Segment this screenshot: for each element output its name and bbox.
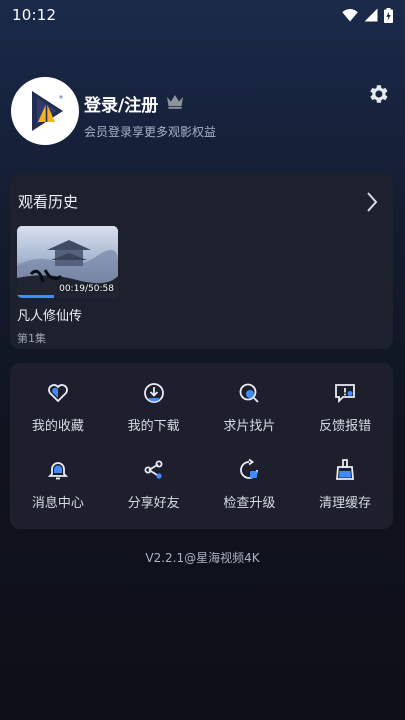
login-register-link[interactable]: 登录/注册 bbox=[84, 91, 184, 116]
profile-section: 登录/注册 会员登录享更多观影权益 bbox=[11, 77, 395, 149]
search-film-icon bbox=[237, 381, 261, 405]
messages-button[interactable]: 消息中心 bbox=[10, 446, 106, 523]
share-icon bbox=[142, 458, 166, 482]
request-film-label: 求片找片 bbox=[223, 419, 276, 434]
clear-cache-button[interactable]: 清理缓存 bbox=[297, 446, 393, 523]
avatar[interactable] bbox=[11, 77, 79, 145]
share-button[interactable]: 分享好友 bbox=[106, 446, 202, 523]
status-time: 10:12 bbox=[12, 6, 57, 24]
video-thumbnail: 00:19/50:58 bbox=[17, 226, 118, 298]
watch-history-card: 观看历史 00:19/50:58 凡人修仙传 第1集 bbox=[10, 173, 393, 349]
video-episode: 第1集 bbox=[17, 332, 46, 345]
feedback-button[interactable]: 反馈报错 bbox=[297, 369, 393, 446]
upgrade-icon bbox=[237, 458, 261, 482]
video-duration: 00:19/50:58 bbox=[59, 284, 114, 294]
favorites-button[interactable]: 我的收藏 bbox=[10, 369, 106, 446]
broom-icon bbox=[333, 458, 357, 482]
chevron-right-icon bbox=[363, 192, 381, 217]
status-bar: 10:12 bbox=[0, 0, 405, 30]
menu-grid: 我的收藏 我的下载 求片找片 反馈报错 消息中心 分享好友 检查升级 清理缓存 bbox=[10, 363, 393, 529]
download-icon bbox=[142, 381, 166, 405]
status-icons bbox=[342, 7, 393, 23]
history-more-button[interactable] bbox=[363, 191, 381, 213]
request-film-button[interactable]: 求片找片 bbox=[202, 369, 298, 446]
downloads-label: 我的下载 bbox=[127, 419, 180, 434]
member-promo-text: 会员登录享更多观影权益 bbox=[84, 125, 217, 139]
history-heading: 观看历史 bbox=[18, 193, 79, 211]
favorites-label: 我的收藏 bbox=[31, 419, 84, 434]
share-label: 分享好友 bbox=[127, 496, 180, 511]
wifi-icon bbox=[342, 8, 358, 22]
feedback-label: 反馈报错 bbox=[319, 419, 372, 434]
app-logo-icon bbox=[16, 82, 74, 140]
history-item[interactable]: 00:19/50:58 凡人修仙传 第1集 bbox=[17, 226, 118, 346]
signal-icon bbox=[364, 8, 378, 22]
settings-button[interactable] bbox=[365, 83, 391, 109]
bell-icon bbox=[46, 458, 70, 482]
video-title: 凡人修仙传 bbox=[17, 309, 83, 324]
battery-charging-icon bbox=[384, 7, 393, 23]
check-update-button[interactable]: 检查升级 bbox=[202, 446, 298, 523]
downloads-button[interactable]: 我的下载 bbox=[106, 369, 202, 446]
gear-icon bbox=[366, 82, 390, 110]
messages-label: 消息中心 bbox=[31, 496, 84, 511]
clear-cache-label: 清理缓存 bbox=[319, 496, 372, 511]
app-version-text: V2.2.1@星海视频4K bbox=[145, 551, 260, 565]
heart-icon bbox=[46, 381, 70, 405]
login-register-label: 登录/注册 bbox=[84, 96, 159, 116]
feedback-icon bbox=[333, 381, 357, 405]
check-update-label: 检查升级 bbox=[223, 496, 276, 511]
crown-icon bbox=[166, 94, 184, 114]
